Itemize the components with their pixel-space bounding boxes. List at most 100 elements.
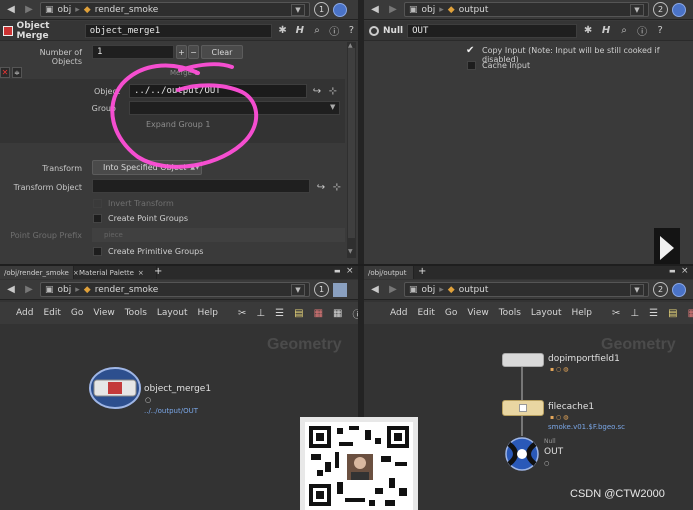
node-flags-icon: ○ [145,396,152,404]
help-icon[interactable] [333,2,347,17]
help-circle-icon[interactable]: ? [345,24,358,38]
pane-link-badge[interactable]: 2 [653,2,668,17]
palette-icon[interactable]: ▦ [314,306,323,320]
jump-to-node-icon[interactable]: ↪ [310,84,324,98]
path-root: obj [421,4,436,15]
object-merge-node[interactable] [88,366,142,410]
tab-material-palette[interactable]: Material Palette × [75,266,157,279]
group-dropdown-icon[interactable]: ▼ [330,103,335,111]
object-path-field[interactable]: ../../output/OUT [129,84,307,98]
num-objects-field[interactable]: 1 [92,45,174,59]
note-icon[interactable]: ▤ [294,306,303,320]
cache-input-checkbox[interactable] [467,61,476,70]
forward-arrow-icon[interactable]: ▶ [22,283,36,297]
path-breadcrumb-network[interactable]: ▣ obj ▸ ◆ render_smoke ▼ [40,282,310,297]
null-out-node-name[interactable]: OUT [544,447,563,457]
add-object-button[interactable]: + [176,45,187,59]
h-help-icon[interactable]: H [599,24,613,38]
info-icon[interactable]: ⓘ [635,24,649,38]
create-point-groups-checkbox[interactable] [93,214,102,223]
pane-menu-icon[interactable]: ▬ [334,267,341,275]
node-flags-icon: ○ [544,460,550,467]
tab-close-icon[interactable]: × [138,269,144,277]
pin-icon[interactable] [333,282,347,297]
grid-icon[interactable]: ▦ [333,306,342,320]
multiparm-insert-button[interactable]: ≑ [12,67,22,78]
menu-edit[interactable]: Edit [43,308,60,318]
list-icon[interactable]: ☰ [275,306,284,320]
node-name-field[interactable]: OUT [407,23,578,38]
parameter-pane-right: ◀ ▶ ▣ obj ▸ ◆ output ▼ 2 Null OUT ✱ H ⌕ … [364,0,693,264]
invert-transform-checkbox[interactable] [93,199,102,208]
menu-add[interactable]: Add [16,308,33,318]
search-icon[interactable]: ⌕ [617,24,631,38]
transform-jump-icon[interactable]: ↪ [314,180,328,194]
menu-help[interactable]: Help [198,308,219,318]
back-arrow-icon[interactable]: ◀ [368,3,382,17]
transform-chooser-icon[interactable]: ⊹ [330,180,344,194]
path-dropdown-icon[interactable]: ▼ [291,3,305,16]
parameter-scrollbar[interactable]: ▲ ▼ [347,42,356,258]
network-icon: ◆ [83,4,91,15]
scroll-up-icon[interactable]: ▲ [348,42,353,49]
path-breadcrumb[interactable]: ▣ obj ▸ ◆ render_smoke ▼ [40,2,310,17]
object-merge-node-path: ../../output/OUT [144,407,198,415]
qr-code-image [305,422,413,510]
forward-arrow-icon[interactable]: ▶ [386,3,400,17]
scroll-down-icon[interactable]: ▼ [348,248,353,255]
forward-arrow-icon[interactable]: ▶ [22,3,36,17]
create-primitive-groups-checkbox[interactable] [93,247,102,256]
scrollbar-thumb[interactable] [348,48,355,238]
menu-view[interactable]: View [93,308,114,318]
path-breadcrumb-right[interactable]: ▣ obj ▸ ◆ output ▼ [404,2,649,17]
node-chooser-icon[interactable]: ⊹ [326,84,340,98]
tools-icon[interactable]: ✂ [238,306,246,320]
clear-button[interactable]: Clear [201,45,243,59]
path-node: render_smoke [94,4,159,15]
gear-icon[interactable]: ✱ [581,24,595,38]
back-arrow-icon[interactable]: ◀ [4,283,18,297]
path-root: obj [57,284,72,295]
transform-object-field[interactable] [92,179,310,193]
dopimportfield-node[interactable] [502,353,544,367]
pane-link-badge[interactable]: 1 [314,282,329,297]
null-out-node-type: Null [544,438,556,445]
h-help-icon[interactable]: H [293,24,306,38]
dopimportfield-node-name[interactable]: dopimportfield1 [548,354,620,364]
point-group-prefix-field[interactable]: piece [92,228,345,242]
info-icon[interactable]: ⓘ [352,306,358,321]
help-icon[interactable] [672,2,686,17]
qr-code-overlay [300,417,418,510]
create-primitive-groups-label: Create Primitive Groups [108,247,204,256]
copy-input-checkbox[interactable]: ✔ [466,45,474,56]
help-circle-icon[interactable]: ? [653,24,667,38]
menu-tools[interactable]: Tools [125,308,147,318]
info-icon[interactable]: ⓘ [328,24,341,38]
node-flags-icon: ▪ ○ ◍ [550,414,569,421]
path-dropdown-icon[interactable]: ▼ [291,283,305,296]
node-name-field[interactable]: object_merge1 [84,23,273,38]
network-icon: ◆ [83,284,91,295]
remove-object-button[interactable]: − [188,45,199,59]
add-tab-icon[interactable]: + [154,266,162,277]
multiparm-remove-button[interactable]: ✕ [0,67,10,78]
transform-menu[interactable]: Into Specified Object ▲▼ [92,160,202,175]
path-dropdown-icon[interactable]: ▼ [630,3,644,16]
group-field[interactable] [129,101,340,115]
network-icon: ◆ [447,4,455,15]
object-merge-node-name[interactable]: object_merge1 [144,384,211,394]
filecache-node-name[interactable]: filecache1 [548,402,594,412]
menu-go[interactable]: Go [71,308,83,318]
tab-render-smoke[interactable]: /obj/render_smoke × [0,266,79,279]
pane-link-badge[interactable]: 1 [314,2,329,17]
pane-close-icon[interactable]: × [346,266,354,276]
filecache-node[interactable] [502,400,544,416]
tree-icon[interactable]: ⊥ [256,306,265,320]
null-out-node[interactable] [504,436,540,472]
menu-layout[interactable]: Layout [157,308,188,318]
gear-icon[interactable]: ✱ [276,24,289,38]
transform-label: Transform [42,164,82,173]
back-arrow-icon[interactable]: ◀ [4,3,18,17]
play-arrow-button[interactable] [654,228,680,264]
search-icon[interactable]: ⌕ [310,24,323,38]
